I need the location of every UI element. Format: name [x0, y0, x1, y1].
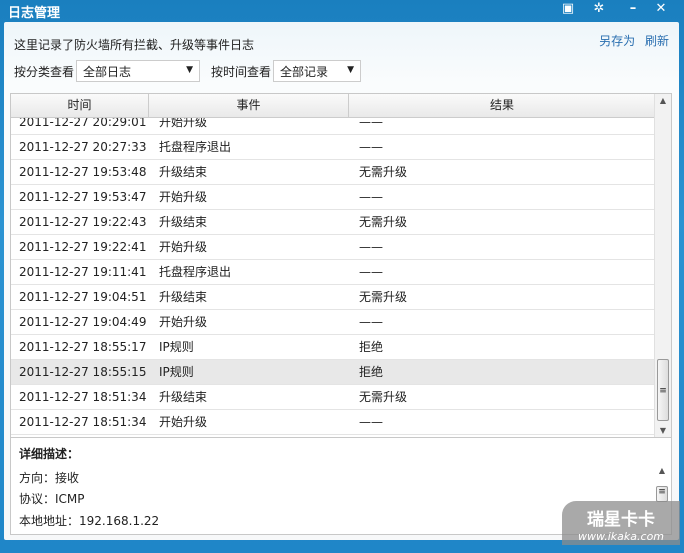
table-row[interactable]: 2011-12-27 18:55:17 IP规则 拒绝 [11, 335, 656, 360]
cell-event: 开始升级 [159, 190, 208, 204]
minimize-icon[interactable]: – [624, 1, 642, 16]
log-panel: 这里记录了防火墙所有拦截、升级等事件日志 另存为 刷新 按分类查看 全部日志 ▼… [4, 22, 679, 540]
column-header-event[interactable]: 事件 [149, 94, 349, 117]
table-row[interactable]: 2011-12-27 19:04:51 升级结束 无需升级 [11, 285, 656, 310]
cell-result: 无需升级 [359, 390, 408, 404]
cell-result: 拒绝 [359, 340, 384, 354]
table-row[interactable]: 2011-12-27 19:11:41 托盘程序退出 —— [11, 260, 656, 285]
chevron-down-icon: ▼ [186, 65, 194, 75]
table-row[interactable]: 2011-12-27 19:04:49 开始升级 —— [11, 310, 656, 335]
cell-event: 升级结束 [159, 215, 208, 229]
cell-event: 托盘程序退出 [159, 140, 232, 154]
description-text: 这里记录了防火墙所有拦截、升级等事件日志 [14, 38, 255, 52]
cell-event: IP规则 [159, 340, 194, 354]
table-row[interactable]: 2011-12-27 18:51:34 升级结束 无需升级 [11, 385, 656, 410]
close-icon[interactable]: ✕ [652, 1, 670, 16]
table-row[interactable]: 2011-12-27 18:55:15 IP规则 拒绝 [11, 360, 656, 385]
cell-time: 2011-12-27 19:11:41 [19, 265, 147, 279]
detail-title: 详细描述： [19, 447, 80, 461]
scroll-thumb[interactable]: ≡ [656, 486, 668, 502]
cell-event: 升级结束 [159, 290, 208, 304]
time-select[interactable]: 全部记录 ▼ [273, 60, 362, 82]
cell-result: 无需升级 [359, 290, 408, 304]
cell-result: —— [359, 265, 383, 279]
cell-result: 无需升级 [359, 165, 408, 179]
category-select[interactable]: 全部日志 ▼ [76, 60, 201, 82]
cell-result: —— [359, 190, 383, 204]
cell-event: 开始升级 [159, 315, 208, 329]
cell-time: 2011-12-27 20:29:01 [19, 118, 147, 129]
cell-event: 升级结束 [159, 390, 208, 404]
window-title: 日志管理 [8, 6, 61, 21]
cell-time: 2011-12-27 19:04:49 [19, 315, 147, 329]
cell-time: 2011-12-27 18:51:34 [19, 390, 147, 404]
cell-result: 无需升级 [359, 215, 408, 229]
table-row[interactable]: 2011-12-27 19:22:43 升级结束 无需升级 [11, 210, 656, 235]
category-filter-label: 按分类查看 [14, 64, 75, 79]
cell-time: 2011-12-27 18:55:15 [19, 365, 147, 379]
cell-event: 开始升级 [159, 118, 208, 129]
table-header: 时间 事件 结果 [11, 94, 656, 118]
cell-time: 2011-12-27 19:04:51 [19, 290, 147, 304]
watermark-logo: 瑞星卡卡 www.ikaka.com [562, 501, 680, 545]
scroll-thumb[interactable]: ≡ [657, 359, 669, 421]
scroll-up-icon[interactable]: ▲ [654, 466, 670, 475]
cell-result: —— [359, 240, 383, 254]
scroll-up-icon[interactable]: ▲ [655, 96, 671, 105]
cell-time: 2011-12-27 18:51:34 [19, 415, 147, 429]
column-header-result[interactable]: 结果 [349, 94, 656, 117]
gear-icon[interactable]: ✲ [590, 1, 608, 16]
cell-time: 2011-12-27 18:55:17 [19, 340, 147, 354]
detail-protocol: 协议：ICMP [19, 492, 85, 506]
cell-result: 拒绝 [359, 365, 384, 379]
cell-time: 2011-12-27 19:22:41 [19, 240, 147, 254]
scroll-down-icon[interactable]: ▼ [655, 426, 671, 435]
category-select-value: 全部日志 [83, 64, 132, 79]
time-select-value: 全部记录 [280, 64, 329, 79]
cell-time: 2011-12-27 19:53:47 [19, 190, 147, 204]
cell-result: —— [359, 415, 383, 429]
cell-result: —— [359, 118, 383, 129]
table-row[interactable]: 2011-12-27 20:29:01 开始升级 —— [11, 118, 656, 135]
column-header-time[interactable]: 时间 [11, 94, 149, 117]
title-bar: 日志管理 ▣ ✲ – ✕ [0, 0, 684, 21]
menu-dropdown-icon[interactable]: ▣ [559, 1, 577, 16]
log-table: 时间 事件 结果 2011-12-27 20:29:01 开始升级 —— 2011-1… [10, 93, 672, 438]
table-row[interactable]: 2011-12-27 19:53:48 升级结束 无需升级 [11, 160, 656, 185]
cell-result: —— [359, 140, 383, 154]
cell-event: 升级结束 [159, 165, 208, 179]
cell-time: 2011-12-27 19:22:43 [19, 215, 147, 229]
detail-local-address: 本地地址：192.168.1.22 [19, 514, 160, 528]
table-row[interactable]: 2011-12-27 19:53:47 开始升级 —— [11, 185, 656, 210]
detail-direction: 方向：接收 [19, 471, 80, 485]
cell-time: 2011-12-27 20:27:33 [19, 140, 147, 154]
cell-event: 开始升级 [159, 415, 208, 429]
chevron-down-icon: ▼ [347, 65, 355, 75]
cell-event: IP规则 [159, 365, 194, 379]
cell-result: —— [359, 315, 383, 329]
table-row[interactable]: 2011-12-27 18:51:34 开始升级 —— [11, 410, 656, 435]
cell-event: 托盘程序退出 [159, 265, 232, 279]
cell-time: 2011-12-27 19:53:48 [19, 165, 147, 179]
table-row[interactable]: 2011-12-27 19:22:41 开始升级 —— [11, 235, 656, 260]
cell-event: 开始升级 [159, 240, 208, 254]
table-row[interactable]: 2011-12-27 20:27:33 托盘程序退出 —— [11, 135, 656, 160]
time-filter-label: 按时间查看 [211, 64, 272, 79]
refresh-link[interactable]: 刷新 [645, 34, 669, 48]
table-scrollbar[interactable]: ▲ ≡ ▼ [654, 94, 671, 437]
save-as-link[interactable]: 另存为 [599, 34, 635, 48]
